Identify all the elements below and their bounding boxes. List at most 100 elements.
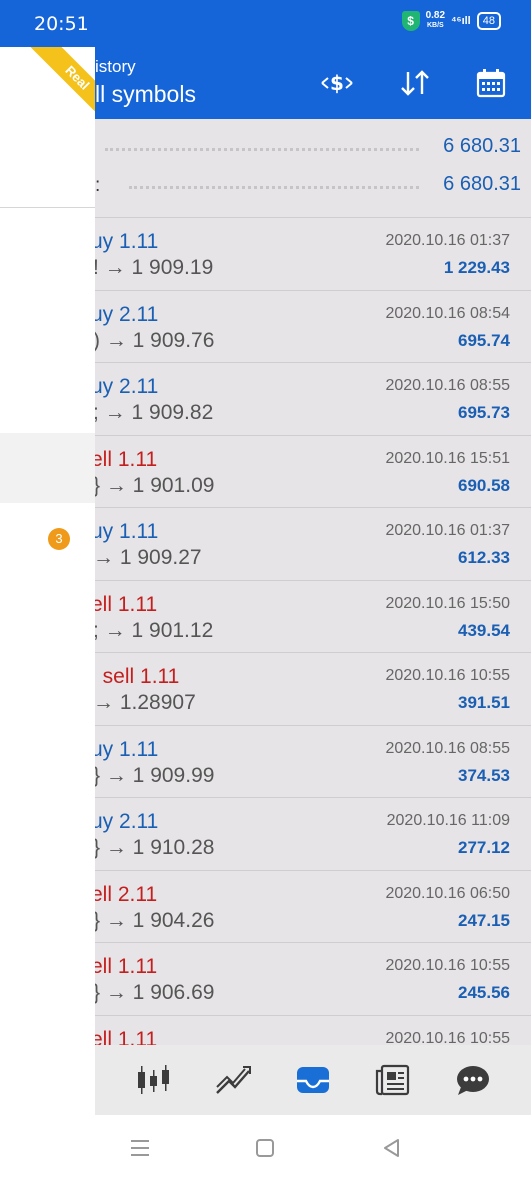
trade-profit: 247.15 (458, 910, 510, 930)
trade-title: ell 1.11 (95, 1027, 158, 1046)
bottom-navigation (95, 1045, 531, 1115)
trade-row[interactable]: , sell 1.11 → 1.28907 2020.10.16 10:55 391… (95, 653, 531, 726)
trade-row[interactable]: uy 2.11 ; → 1 909.82 2020.10.16 08:55 695.7… (95, 363, 531, 436)
trade-price: } → 1 910.28 (95, 836, 215, 859)
dotted-leader (105, 148, 419, 151)
chart-icon (216, 1066, 251, 1094)
trade-price: ) → 1 909.76 (95, 328, 215, 352)
trade-title: uy 1.11 (95, 520, 159, 543)
trade-profit: 277.12 (458, 838, 510, 857)
trade-date: 2020.10.16 15:50 (385, 594, 510, 612)
sort-button[interactable] (395, 65, 435, 101)
security-shield-icon: $ (401, 11, 420, 31)
nav-history-button[interactable] (287, 1054, 339, 1106)
nav-chart-button[interactable] (207, 1054, 259, 1106)
dotted-leader (129, 186, 419, 189)
trade-title: ell 1.11 (95, 592, 158, 616)
notification-badge: 3 (48, 528, 70, 550)
trade-date: 2020.10.16 10:55 (385, 957, 510, 974)
chat-icon (457, 1066, 489, 1095)
network-speed-unit: KB/S (426, 22, 444, 29)
home-button[interactable] (252, 1135, 278, 1161)
trade-date: 2020.10.16 08:55 (385, 739, 510, 757)
trade-date: 2020.10.16 11:09 (386, 812, 510, 829)
trade-date: 2020.10.16 10:55 (385, 667, 510, 684)
trade-row[interactable]: uy 2.11 } → 1 910.28 2020.10.16 11:09 277.1… (95, 798, 531, 871)
trade-title: ell 1.11 (95, 447, 158, 471)
nav-quotes-button[interactable] (127, 1054, 179, 1106)
trade-profit: 695.73 (458, 403, 510, 422)
back-button[interactable] (378, 1135, 404, 1161)
summary-value: 6 680.31 (443, 135, 521, 157)
trade-profit: 695.74 (458, 330, 510, 350)
summary-section: 6 680.31 : 6 680.31 (95, 119, 531, 218)
trade-date: 2020.10.16 01:37 (385, 522, 510, 539)
trade-profit: 1 229.43 (443, 258, 510, 277)
trade-date: 2020.10.16 08:55 (385, 377, 510, 394)
trade-price: } → 1 906.69 (95, 981, 215, 1004)
recent-apps-button[interactable] (127, 1135, 153, 1161)
nav-news-button[interactable] (367, 1054, 419, 1106)
currency-exchange-icon: $ (321, 71, 353, 95)
quotes-candles-icon (138, 1065, 169, 1094)
trade-row[interactable]: ell 2.11} → 1 904.26 2020.10.16 06:50 247.… (95, 871, 531, 943)
trade-row[interactable]: ell 1.11; → 1 901.12 2020.10.16 15:50 439.… (95, 581, 531, 653)
trade-list: uy 1.11 ! → 1 909.19 2020.10.16 01:37 1 229… (95, 218, 531, 1045)
trade-profit: 391.51 (458, 693, 510, 712)
trade-price: → 1 909.27 (95, 546, 202, 569)
app-bar: istory ll symbols $ (95, 47, 531, 119)
network-speed: 0.82 KB/S (426, 11, 445, 31)
battery-icon: 48 (476, 12, 501, 30)
trade-row[interactable]: uy 1.11} → 1 909.99 2020.10.16 08:55 374.5… (95, 726, 531, 798)
period-calendar-button[interactable] (471, 65, 511, 101)
summary-row: 6 680.31 (95, 133, 531, 163)
trade-title: uy 1.11 (95, 737, 159, 761)
summary-value: 6 680.31 (443, 173, 521, 195)
trade-title: uy 1.11 (95, 230, 159, 253)
drawer-divider (0, 207, 95, 208)
summary-label: : (95, 175, 101, 196)
trade-profit: 245.56 (458, 983, 510, 1002)
history-inbox-icon (297, 1067, 329, 1093)
status-time: 20:51 (34, 13, 89, 35)
trade-row[interactable]: uy 1.11 ! → 1 909.19 2020.10.16 01:37 1 229… (95, 218, 531, 291)
trade-row[interactable]: uy 1.11 → 1 909.27 2020.10.16 01:37 612.33 (95, 508, 531, 581)
menu-lines-icon (131, 1140, 149, 1156)
trade-profit: 439.54 (458, 620, 510, 640)
trade-price: } → 1 904.26 (95, 908, 215, 932)
real-account-ribbon: Real (30, 47, 95, 125)
trade-profit: 374.53 (458, 765, 510, 785)
trade-date: 2020.10.16 06:50 (385, 884, 510, 902)
page-title[interactable]: ll symbols (95, 81, 196, 108)
trade-profit: 612.33 (458, 548, 510, 567)
trade-profit: 690.58 (458, 475, 510, 495)
nav-chat-button[interactable] (447, 1054, 499, 1106)
trade-date: 2020.10.16 01:37 (385, 232, 510, 249)
trade-title: , sell 1.11 (95, 665, 180, 688)
trade-price: ; → 1 909.82 (95, 401, 214, 424)
deposit-withdraw-button[interactable]: $ (317, 65, 357, 101)
status-indicators: $ 0.82 KB/S ⁴⁶ıll 48 (401, 11, 501, 31)
network-speed-value: 0.82 (425, 10, 446, 21)
news-icon (375, 1064, 410, 1096)
trade-price: } → 1 909.99 (95, 763, 215, 787)
trade-price: } → 1 901.09 (95, 473, 215, 497)
trade-price: ! → 1 909.19 (95, 256, 214, 279)
page-subtitle: istory (95, 57, 136, 76)
trade-row[interactable]: uy 2.11) → 1 909.76 2020.10.16 08:54 695.7… (95, 291, 531, 363)
status-bar: 20:51 $ 0.82 KB/S ⁴⁶ıll 48 (0, 0, 531, 47)
system-navigation-bar (0, 1115, 531, 1180)
trade-row[interactable]: ell 1.11 2020.10.16 10:55 (95, 1016, 531, 1046)
trade-row[interactable]: ell 1.11} → 1 906.69 2020.10.16 10:55 245.… (95, 943, 531, 1016)
trade-title: uy 2.11 (95, 810, 159, 833)
drawer-item-selected[interactable] (0, 433, 95, 503)
trade-row[interactable]: ell 1.11} → 1 901.09 2020.10.16 15:51 690.… (95, 436, 531, 508)
sort-arrows-icon (401, 70, 429, 96)
trade-price: → 1.28907 (95, 691, 196, 714)
trade-date: 2020.10.16 08:54 (385, 304, 510, 322)
back-triangle-icon (384, 1139, 399, 1157)
history-list[interactable]: 6 680.31 : 6 680.31 uy 1.11 ! → 1 909.19 2… (95, 119, 531, 1045)
trade-date: 2020.10.16 10:55 (385, 1029, 510, 1046)
navigation-drawer[interactable]: Real 3 (0, 47, 95, 1115)
square-icon (256, 1139, 274, 1157)
